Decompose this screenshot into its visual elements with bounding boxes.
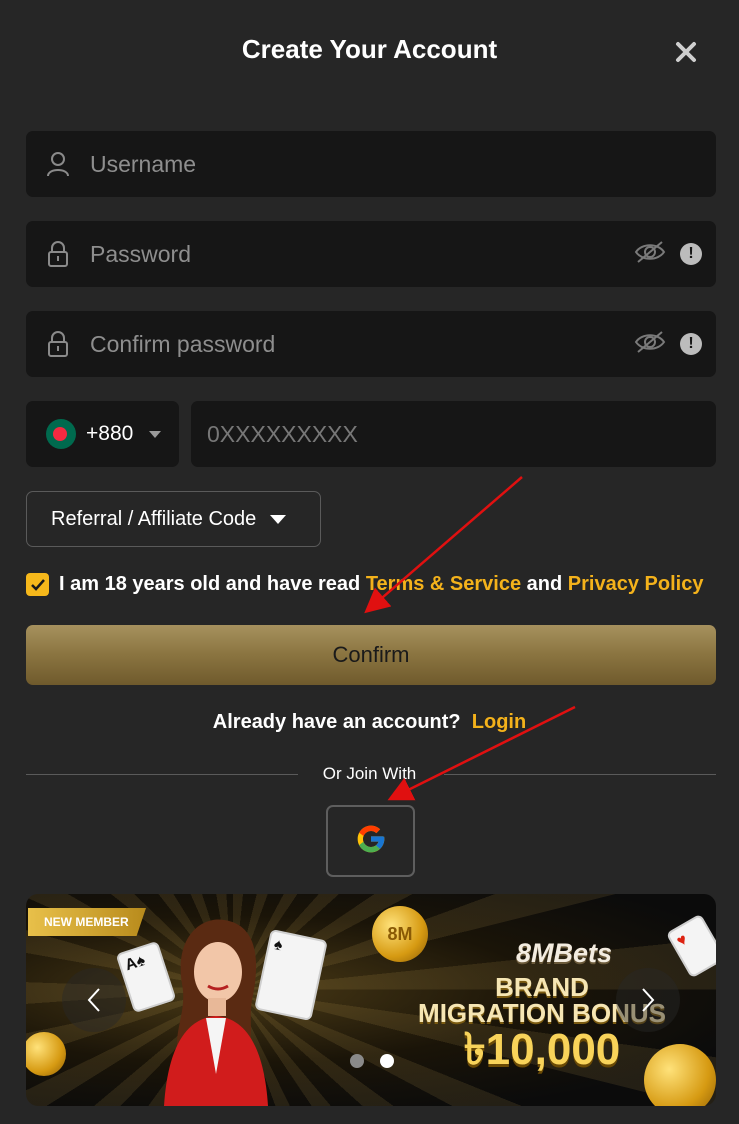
agree-checkbox[interactable] (26, 573, 49, 596)
privacy-link[interactable]: Privacy Policy (568, 573, 704, 595)
woman-illustration (164, 919, 268, 1106)
google-icon (355, 823, 387, 860)
chevron-right-icon (642, 988, 655, 1012)
login-link[interactable]: Login (472, 711, 526, 733)
agreement-row: I am 18 years old and have read Terms & … (26, 573, 703, 596)
and-text: and (526, 573, 563, 595)
country-code: +880 (86, 422, 134, 445)
carousel-dot-2[interactable] (380, 1054, 394, 1068)
close-icon[interactable] (672, 38, 700, 66)
caret-down-icon (270, 514, 287, 524)
confirm-password-field[interactable]: Confirm password ! (26, 311, 716, 377)
lock-icon (26, 331, 90, 357)
confirm-password-placeholder: Confirm password (90, 330, 276, 357)
phone-placeholder: 0XXXXXXXXX (207, 420, 358, 447)
country-code-select[interactable]: +880 (26, 401, 179, 467)
agree-text: I am 18 years old and have read (59, 573, 361, 595)
bangladesh-flag-icon (46, 419, 76, 449)
password-placeholder: Password (90, 240, 191, 267)
or-join-label: Or Join With (322, 764, 417, 783)
brand-logo: 8MBets (515, 938, 612, 968)
terms-link[interactable]: Terms & Service (366, 573, 521, 595)
login-prompt: Already have an account? (212, 711, 461, 733)
promo-amount: ৳10,000 (463, 1025, 621, 1074)
login-prompt-row: Already have an account? Login (0, 711, 739, 734)
google-login-button[interactable] (326, 805, 415, 877)
info-icon[interactable]: ! (680, 333, 702, 355)
banner-prev-button[interactable] (62, 968, 126, 1032)
referral-label: Referral / Affiliate Code (51, 507, 257, 530)
carousel-dot-1[interactable] (350, 1054, 364, 1068)
info-icon[interactable]: ! (680, 243, 702, 265)
banner-next-button[interactable] (616, 968, 680, 1032)
confirm-button[interactable]: Confirm (26, 625, 716, 685)
chevron-left-icon (87, 988, 100, 1012)
password-field[interactable]: Password ! (26, 221, 716, 287)
page-title: Create Your Account (241, 34, 498, 64)
gold-coin: 8M (372, 906, 428, 962)
username-placeholder: Username (90, 150, 197, 177)
chevron-down-icon (149, 430, 162, 438)
eye-off-icon[interactable] (634, 240, 666, 269)
eye-off-icon[interactable] (634, 330, 666, 359)
referral-code-dropdown[interactable]: Referral / Affiliate Code (26, 491, 321, 547)
user-icon (26, 151, 90, 177)
promo-banner[interactable]: NEW MEMBER A♠ ♠ ♥ 8M 8MBets BRAND MIGRAT… (26, 894, 716, 1106)
lock-icon (26, 241, 90, 267)
username-field[interactable]: Username (26, 131, 716, 197)
new-member-badge: NEW MEMBER (28, 908, 146, 936)
phone-input[interactable]: 0XXXXXXXXX (191, 401, 716, 467)
